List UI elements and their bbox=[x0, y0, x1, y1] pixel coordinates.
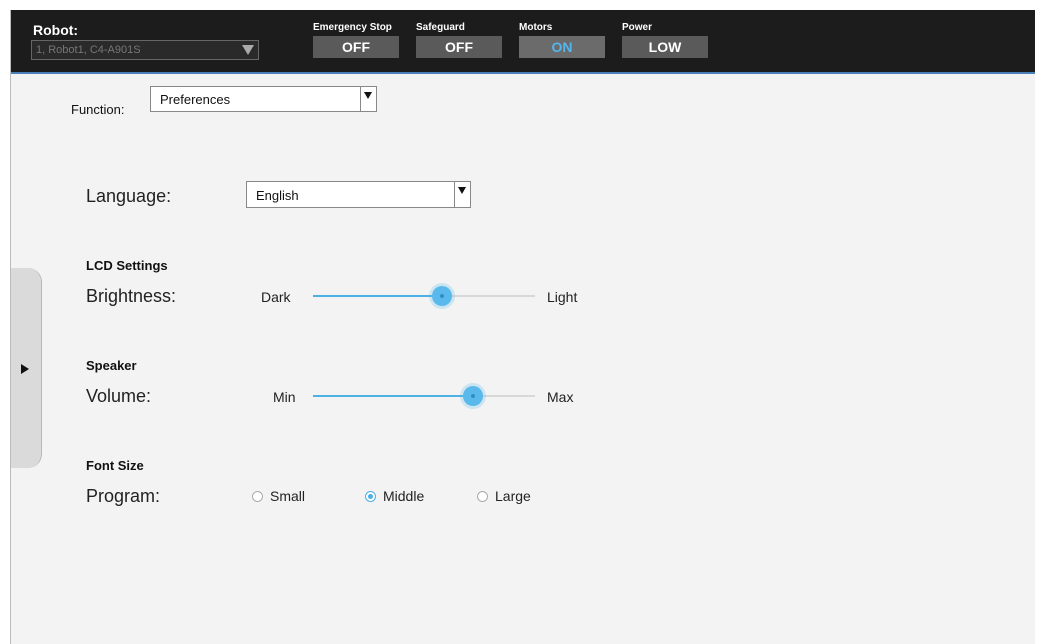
brightness-slider-fill bbox=[313, 295, 442, 297]
robot-select-value: 1, Robot1, C4-A901S bbox=[36, 44, 141, 56]
speaker-heading: Speaker bbox=[86, 358, 137, 373]
status-bar: Robot: 1, Robot1, C4-A901S Emergency Sto… bbox=[11, 10, 1035, 74]
emergency-stop-label: Emergency Stop bbox=[313, 22, 392, 33]
language-select[interactable]: English bbox=[246, 181, 471, 208]
brightness-label: Brightness: bbox=[86, 286, 177, 306]
font-size-small-radio[interactable]: Small bbox=[252, 488, 305, 504]
power-label: Power bbox=[622, 22, 653, 33]
volume-max-label: Max bbox=[547, 389, 574, 405]
font-size-small-label: Small bbox=[270, 488, 306, 504]
volume-slider-thumb[interactable] bbox=[462, 386, 483, 406]
brightness-slider[interactable] bbox=[313, 286, 535, 306]
side-panel-tab[interactable] bbox=[11, 268, 42, 468]
emergency-stop-status: Emergency Stop OFF bbox=[313, 22, 399, 58]
emergency-stop-value: OFF bbox=[313, 36, 399, 58]
font-size-large-radio[interactable]: Large bbox=[477, 488, 531, 504]
robot-select[interactable]: 1, Robot1, C4-A901S bbox=[31, 40, 259, 60]
lcd-settings-heading: LCD Settings bbox=[86, 258, 168, 273]
font-size-large-label: Large bbox=[495, 488, 531, 504]
play-triangle-icon bbox=[21, 364, 29, 374]
font-size-middle-label: Middle bbox=[383, 488, 425, 504]
volume-slider[interactable] bbox=[313, 386, 535, 406]
font-size-heading: Font Size bbox=[86, 458, 144, 473]
radio-circle-icon bbox=[252, 490, 263, 502]
motors-status: Motors ON bbox=[519, 22, 605, 58]
app-window: Robot: 1, Robot1, C4-A901S Emergency Sto… bbox=[10, 10, 1035, 644]
function-label: Function: bbox=[71, 102, 125, 117]
motors-value: ON bbox=[519, 36, 605, 58]
robot-label: Robot: bbox=[33, 22, 79, 38]
volume-min-label: Min bbox=[273, 389, 296, 405]
dropdown-arrow-icon bbox=[360, 87, 376, 111]
dropdown-arrow-icon bbox=[454, 182, 470, 207]
power-status: Power LOW bbox=[622, 22, 708, 58]
language-label: Language: bbox=[86, 186, 172, 206]
safeguard-value: OFF bbox=[416, 36, 502, 58]
font-size-middle-radio[interactable]: Middle bbox=[365, 488, 424, 504]
safeguard-status: Safeguard OFF bbox=[416, 22, 502, 58]
volume-slider-fill bbox=[313, 395, 473, 397]
volume-label: Volume: bbox=[86, 386, 152, 406]
brightness-min-label: Dark bbox=[261, 289, 291, 305]
brightness-slider-thumb[interactable] bbox=[431, 286, 452, 306]
program-label: Program: bbox=[86, 486, 161, 506]
radio-circle-icon bbox=[365, 490, 376, 502]
language-select-value: English bbox=[256, 188, 299, 203]
motors-label: Motors bbox=[519, 22, 553, 33]
brightness-max-label: Light bbox=[547, 289, 578, 305]
power-value: LOW bbox=[622, 36, 708, 58]
safeguard-label: Safeguard bbox=[416, 22, 465, 33]
function-select-value: Preferences bbox=[160, 92, 231, 107]
radio-circle-icon bbox=[477, 490, 488, 502]
function-select[interactable]: Preferences bbox=[150, 86, 377, 112]
dropdown-arrow-icon bbox=[242, 45, 254, 55]
